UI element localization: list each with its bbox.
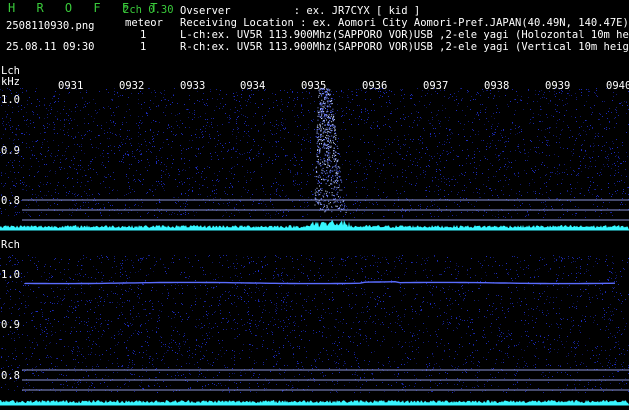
lch-unit: kHz <box>1 76 20 88</box>
rch-count: 1 <box>140 41 147 53</box>
detect-label: meteor <box>125 17 163 29</box>
lch-info-line: L-ch:ex. UV5R 113.900Mhz(SAPPORO VOR)USB… <box>180 29 629 41</box>
lch-spectrogram <box>0 88 629 232</box>
rch-spectrogram-canvas <box>0 255 629 406</box>
lch-spectrogram-canvas <box>0 88 629 231</box>
version-label: 2ch 0.30 <box>123 4 174 16</box>
timestamp-label: 25.08.11 09:30 <box>6 41 95 53</box>
location-line: Receiving Location : ex. Aomori City Aom… <box>180 17 629 29</box>
level-bar <box>0 219 629 230</box>
lch-count: 1 <box>140 29 147 41</box>
rch-spectrogram <box>0 255 629 407</box>
rch-label: Rch <box>1 239 20 251</box>
rch-info-line: R-ch:ex. UV5R 113.900Mhz(SAPPORO VOR)USB… <box>180 41 629 53</box>
level-bar <box>0 400 629 405</box>
filename-label: 2508110930.png <box>6 20 95 32</box>
observer-line: Ovserver : ex. JR7CYX [ kid ] <box>180 5 421 17</box>
